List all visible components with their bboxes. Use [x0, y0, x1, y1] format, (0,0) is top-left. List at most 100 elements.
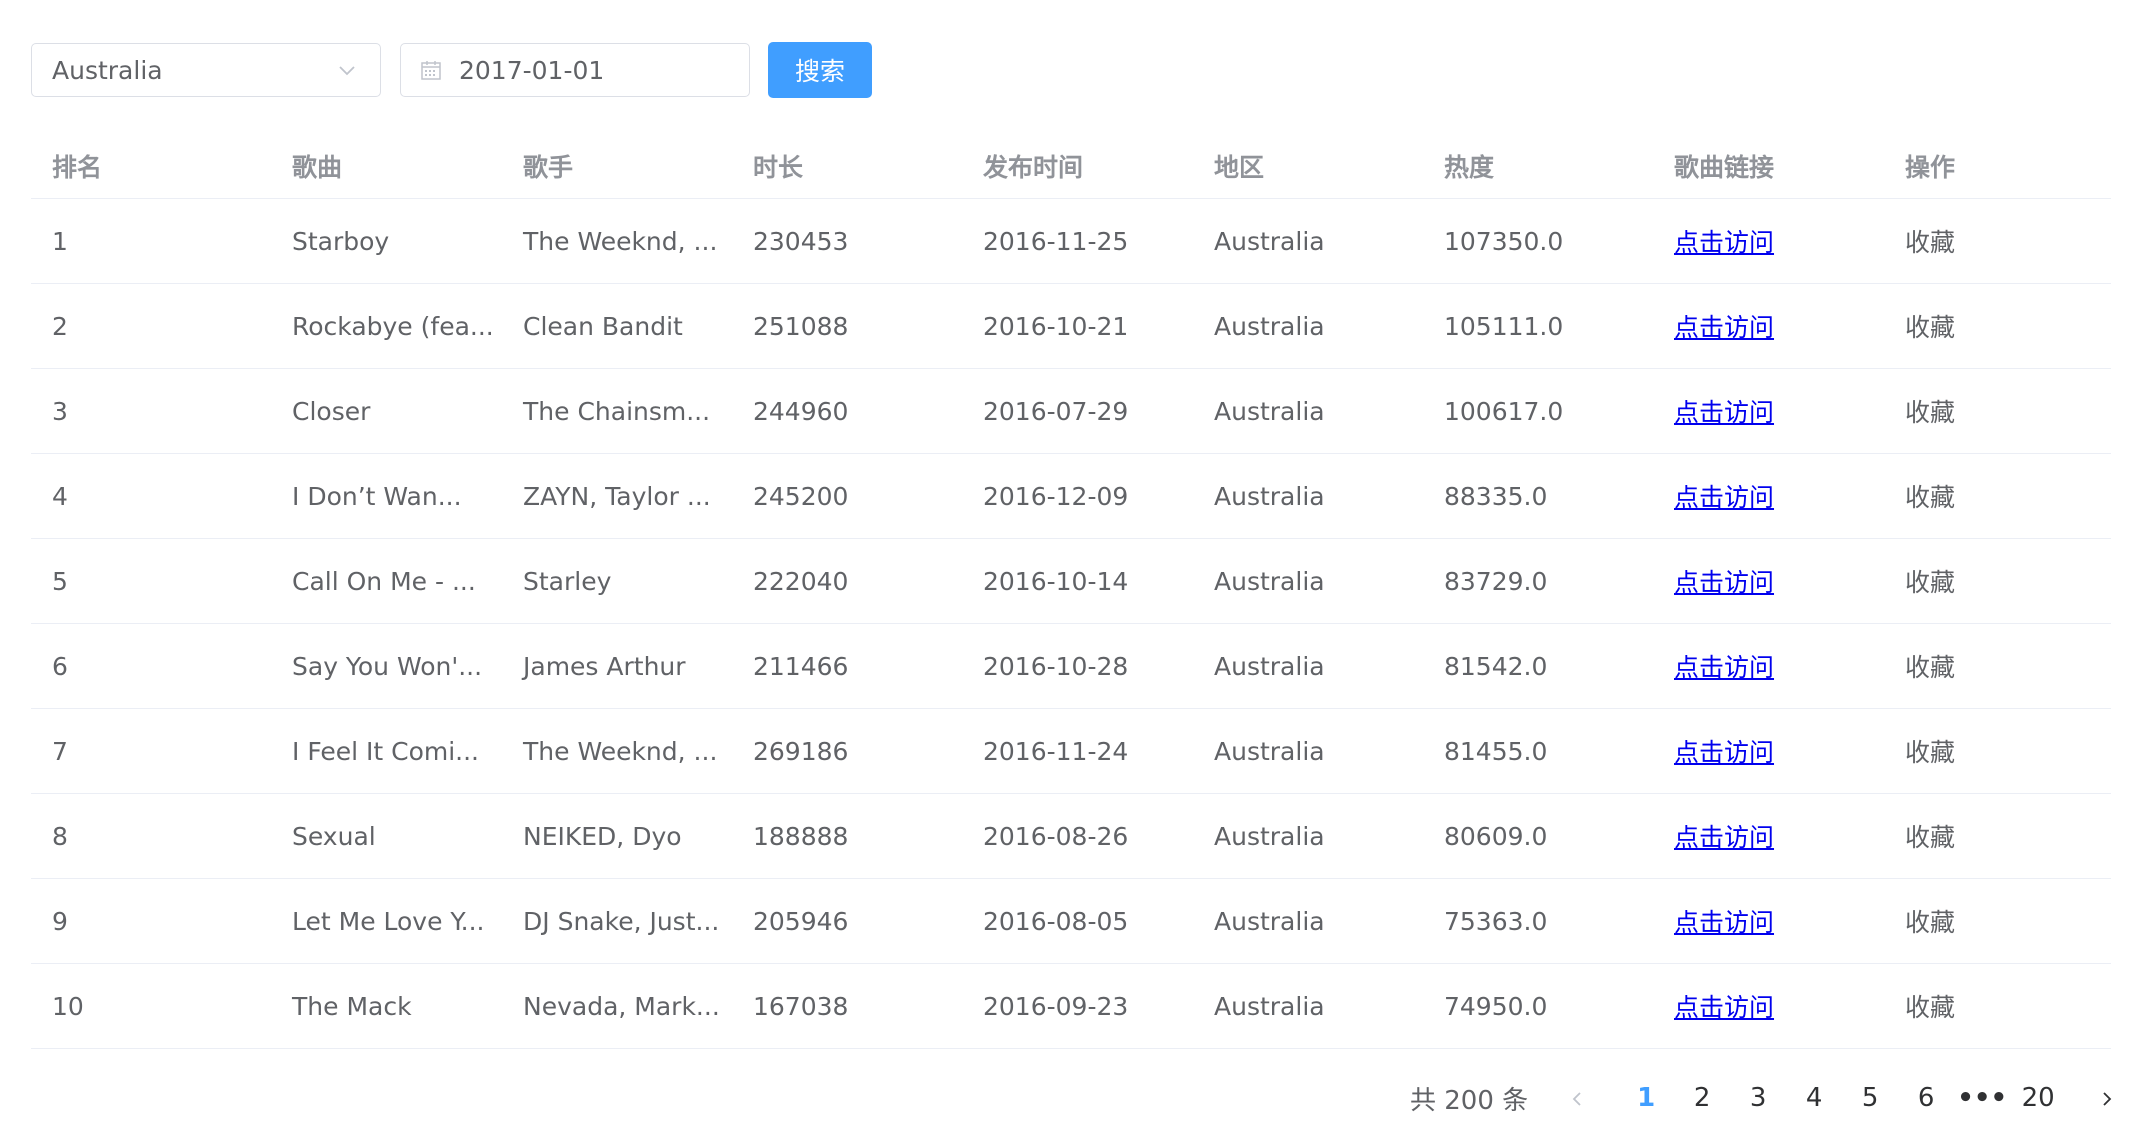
page-number[interactable]: 1	[1618, 1083, 1674, 1113]
cell-release-date: 2016-08-05	[983, 906, 1129, 936]
favorite-button[interactable]: 收藏	[1884, 478, 2111, 514]
cell-song: Starboy	[292, 226, 390, 256]
cell-song: Rockabye (fea...	[292, 311, 494, 341]
favorite-button[interactable]: 收藏	[1884, 988, 2111, 1024]
cell-duration: 244960	[753, 396, 849, 426]
visit-link[interactable]: 点击访问	[1674, 908, 1774, 937]
column-header-song-link[interactable]: 歌曲链接	[1653, 148, 1884, 184]
page-number-last[interactable]: 20	[2010, 1083, 2066, 1113]
cell-song: The Mack	[292, 991, 412, 1021]
column-header-actions[interactable]: 操作	[1884, 148, 2111, 184]
date-value: 2017-01-01	[459, 55, 605, 85]
chevron-right-icon[interactable]	[2096, 1087, 2118, 1109]
chevron-left-icon[interactable]	[1566, 1087, 1588, 1109]
column-header-release-date[interactable]: 发布时间	[962, 148, 1193, 184]
cell-duration: 211466	[753, 651, 849, 681]
page-number[interactable]: 3	[1730, 1083, 1786, 1113]
page-number[interactable]: 4	[1786, 1083, 1842, 1113]
cell-release-date: 2016-08-26	[983, 821, 1129, 851]
page-number[interactable]: 2	[1674, 1083, 1730, 1113]
song-link[interactable]: 点击访问	[1653, 648, 1884, 684]
page-number[interactable]: 5	[1842, 1083, 1898, 1113]
favorite-button[interactable]: 收藏	[1884, 308, 2111, 344]
cell-popularity: 107350.0	[1444, 226, 1564, 256]
cell-rank: 6	[52, 651, 68, 681]
cell-artist: Clean Bandit	[523, 311, 683, 341]
song-link[interactable]: 点击访问	[1653, 903, 1884, 939]
cell-duration: 251088	[753, 311, 849, 341]
cell-popularity: 80609.0	[1444, 821, 1548, 851]
cell-region: Australia	[1214, 311, 1325, 341]
song-link[interactable]: 点击访问	[1653, 988, 1884, 1024]
song-link[interactable]: 点击访问	[1653, 818, 1884, 854]
column-header-song[interactable]: 歌曲	[271, 148, 502, 184]
table-row: 5 Call On Me - ... Starley 222040 2016-10-14…	[31, 539, 2111, 624]
column-header-popularity[interactable]: 热度	[1423, 148, 1653, 184]
table-row: 8 Sexual NEIKED, Dyo 188888 2016-08-26 Austra…	[31, 794, 2111, 879]
cell-duration: 230453	[753, 226, 849, 256]
song-link[interactable]: 点击访问	[1653, 223, 1884, 259]
page-list: 123456	[1618, 1083, 1954, 1113]
pagination: 共 200 条 123456 ••• 20	[1410, 1078, 2118, 1118]
table-body: 1 Starboy The Weeknd, ... 230453 2016-11-25 A…	[31, 199, 2111, 1049]
cell-popularity: 88335.0	[1444, 481, 1548, 511]
favorite-button[interactable]: 收藏	[1884, 648, 2111, 684]
cell-region: Australia	[1214, 396, 1325, 426]
cell-artist: Nevada, Mark...	[523, 991, 720, 1021]
cell-artist: Starley	[523, 566, 612, 596]
visit-link[interactable]: 点击访问	[1674, 568, 1774, 597]
favorite-button[interactable]: 收藏	[1884, 818, 2111, 854]
cell-rank: 7	[52, 736, 68, 766]
song-link[interactable]: 点击访问	[1653, 563, 1884, 599]
visit-link[interactable]: 点击访问	[1674, 993, 1774, 1022]
region-select[interactable]: Australia	[31, 43, 381, 97]
cell-song: I Feel It Comi...	[292, 736, 479, 766]
table-row: 10 The Mack Nevada, Mark... 167038 2016-09-2…	[31, 964, 2111, 1049]
song-link[interactable]: 点击访问	[1653, 308, 1884, 344]
cell-rank: 5	[52, 566, 68, 596]
cell-song: I Don’t Wan...	[292, 481, 462, 511]
cell-region: Australia	[1214, 566, 1325, 596]
column-header-artist[interactable]: 歌手	[502, 148, 732, 184]
table-row: 9 Let Me Love Y... DJ Snake, Just... 205946…	[31, 879, 2111, 964]
favorite-button[interactable]: 收藏	[1884, 393, 2111, 429]
song-ranking-table: 排名 歌曲 歌手 时长 发布时间 地区 热度 歌曲链接 操作 1 Starboy T…	[31, 134, 2111, 1049]
favorite-button[interactable]: 收藏	[1884, 903, 2111, 939]
cell-artist: ZAYN, Taylor ...	[523, 481, 711, 511]
table-row: 3 Closer The Chainsm... 244960 2016-07-29 Aus…	[31, 369, 2111, 454]
song-link[interactable]: 点击访问	[1653, 478, 1884, 514]
table-row: 7 I Feel It Comi... The Weeknd, ... 269186 2…	[31, 709, 2111, 794]
favorite-button[interactable]: 收藏	[1884, 563, 2111, 599]
pagination-total: 共 200 条	[1410, 1085, 1529, 1116]
page-number[interactable]: 6	[1898, 1083, 1954, 1113]
cell-release-date: 2016-09-23	[983, 991, 1129, 1021]
column-header-rank[interactable]: 排名	[31, 148, 271, 184]
cell-popularity: 75363.0	[1444, 906, 1548, 936]
cell-region: Australia	[1214, 481, 1325, 511]
column-header-region[interactable]: 地区	[1193, 148, 1423, 184]
visit-link[interactable]: 点击访问	[1674, 313, 1774, 342]
column-header-duration[interactable]: 时长	[732, 148, 962, 184]
cell-duration: 205946	[753, 906, 849, 936]
favorite-button[interactable]: 收藏	[1884, 223, 2111, 259]
cell-release-date: 2016-10-28	[983, 651, 1129, 681]
cell-rank: 2	[52, 311, 68, 341]
song-link[interactable]: 点击访问	[1653, 733, 1884, 769]
song-link[interactable]: 点击访问	[1653, 393, 1884, 429]
search-button[interactable]: 搜索	[768, 42, 872, 98]
pagination-ellipsis[interactable]: •••	[1954, 1083, 2010, 1113]
table-header: 排名 歌曲 歌手 时长 发布时间 地区 热度 歌曲链接 操作	[31, 134, 2111, 199]
cell-region: Australia	[1214, 991, 1325, 1021]
cell-rank: 9	[52, 906, 68, 936]
filter-bar: Australia 2017-01-01 搜索	[31, 42, 872, 98]
visit-link[interactable]: 点击访问	[1674, 823, 1774, 852]
cell-artist: The Weeknd, ...	[523, 226, 718, 256]
favorite-button[interactable]: 收藏	[1884, 733, 2111, 769]
visit-link[interactable]: 点击访问	[1674, 398, 1774, 427]
visit-link[interactable]: 点击访问	[1674, 738, 1774, 767]
cell-rank: 4	[52, 481, 68, 511]
visit-link[interactable]: 点击访问	[1674, 653, 1774, 682]
visit-link[interactable]: 点击访问	[1674, 228, 1774, 257]
date-picker-input[interactable]: 2017-01-01	[400, 43, 750, 97]
visit-link[interactable]: 点击访问	[1674, 483, 1774, 512]
